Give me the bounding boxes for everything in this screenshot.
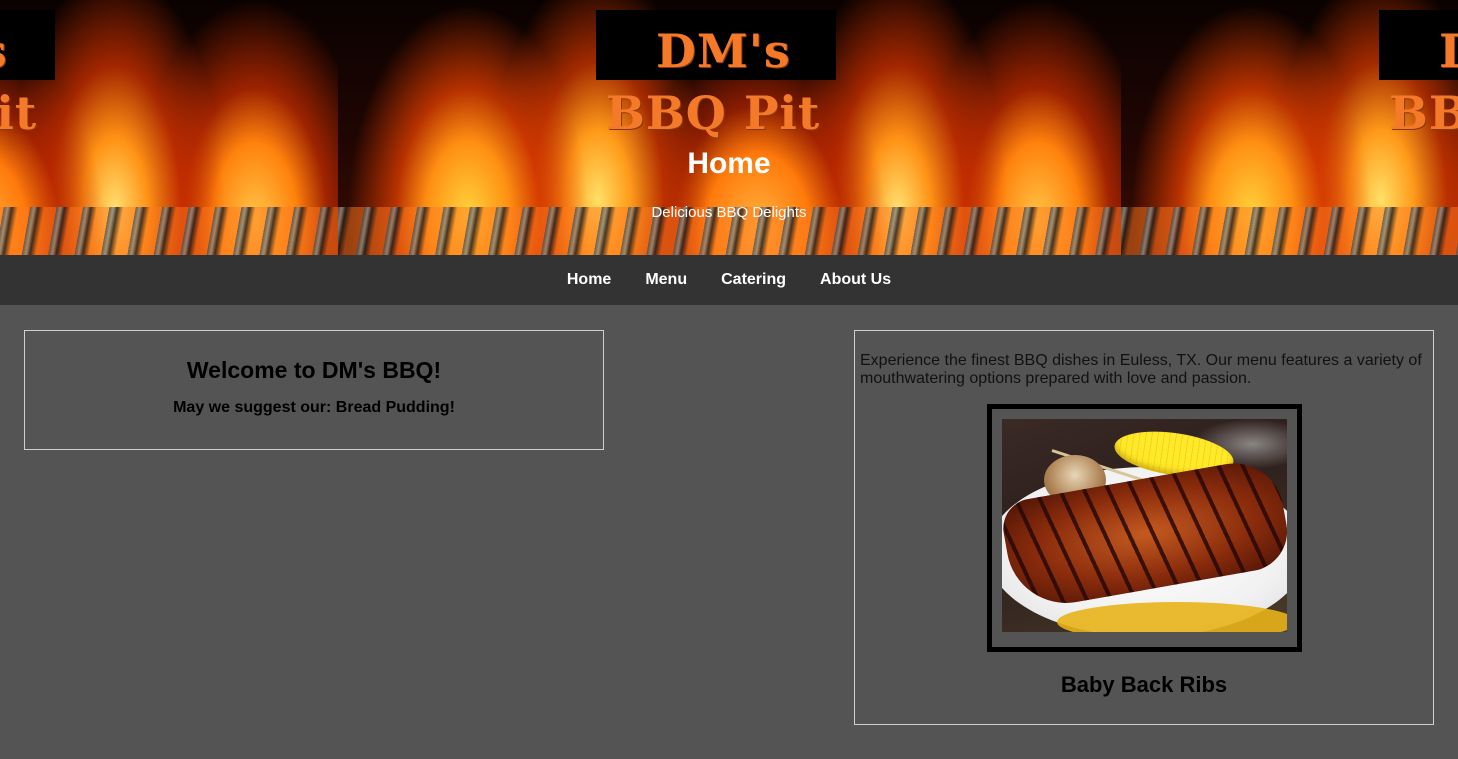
- nav-link-catering[interactable]: Catering: [704, 255, 803, 305]
- logo-line-1: DM's: [1439, 28, 1458, 74]
- logo-line-1: DM's: [656, 24, 791, 78]
- feature-description: Experience the finest BBQ dishes in Eule…: [860, 352, 1422, 387]
- featured-dish-panel: Experience the finest BBQ dishes in Eule…: [854, 330, 1434, 725]
- welcome-title: Welcome to DM's BBQ!: [186, 357, 442, 383]
- nav-link-menu[interactable]: Menu: [628, 255, 704, 305]
- logo-backdrop: [0, 10, 55, 80]
- logo-line-1: DM's: [0, 28, 8, 74]
- dish-caption: Baby Back Ribs: [1060, 672, 1228, 697]
- welcome-panel: Welcome to DM's BBQ! May we suggest our:…: [24, 330, 604, 450]
- page-title: Home: [687, 147, 771, 180]
- nav-link-home[interactable]: Home: [550, 255, 628, 305]
- logo-line-2: BBQ Pit: [1389, 86, 1458, 140]
- main-content: Welcome to DM's BBQ! May we suggest our:…: [0, 305, 1458, 759]
- logo-line-2: BBQ Pit: [606, 86, 821, 140]
- page-subtitle: Delicious BBQ Delights: [651, 204, 807, 221]
- main-nav: Home Menu Catering About Us: [0, 255, 1458, 305]
- ribs-photo: [1002, 419, 1287, 632]
- nav-link-about-us[interactable]: About Us: [803, 255, 908, 305]
- logo-line-2: BBQ Pit: [0, 86, 38, 140]
- site-header: DM's BBQ Pit DM's BBQ Pit DM's BBQ Pit H…: [0, 0, 1458, 255]
- dish-photo-frame: [987, 404, 1302, 652]
- welcome-suggestion: May we suggest our: Bread Pudding!: [173, 399, 455, 416]
